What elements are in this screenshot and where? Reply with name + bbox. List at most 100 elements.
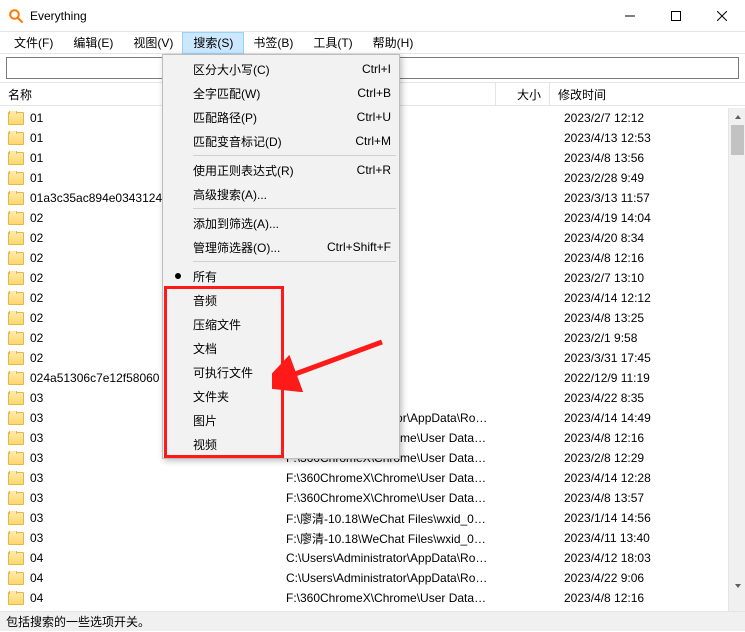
cell-path: C:\Users\Administrator\AppData\Roamin...	[278, 571, 496, 585]
menu-item[interactable]: 添加到筛选(A)...	[165, 211, 397, 235]
menu-view[interactable]: 视图(V)	[123, 33, 183, 53]
menu-item[interactable]: 管理筛选器(O)...Ctrl+Shift+F	[165, 235, 397, 259]
cell-date: 2023/4/8 13:57	[550, 491, 690, 505]
table-row[interactable]: 04 C:\Users\Administrator\AppData\Roamin.…	[0, 548, 745, 568]
cell-date: 2023/4/12 18:03	[550, 551, 690, 565]
menu-item-label: 全字匹配(W)	[193, 85, 357, 102]
menu-item[interactable]: 使用正则表达式(R)Ctrl+R	[165, 158, 397, 182]
menu-item-accelerator: Ctrl+U	[357, 110, 391, 124]
menu-item[interactable]: 图片	[165, 408, 397, 432]
menu-item-label: 视频	[193, 436, 391, 453]
folder-icon	[8, 532, 24, 545]
folder-icon	[8, 192, 24, 205]
table-row[interactable]: 03F:\360ChromeX\Chrome\User Data\Defa...…	[0, 488, 745, 508]
menu-search[interactable]: 搜索(S)	[183, 33, 243, 53]
folder-icon	[8, 332, 24, 345]
folder-icon	[8, 472, 24, 485]
cell-date: 2023/4/8 13:56	[550, 151, 690, 165]
minimize-button[interactable]	[607, 0, 653, 32]
menu-bookmarks[interactable]: 书签(B)	[243, 33, 303, 53]
title-bar: Everything	[0, 0, 745, 32]
menu-bar: 文件(F) 编辑(E) 视图(V) 搜索(S) 书签(B) 工具(T) 帮助(H…	[0, 32, 745, 54]
cell-name-text: 01	[30, 151, 43, 165]
menu-item-label: 添加到筛选(A)...	[193, 215, 391, 232]
menu-item-label: 管理筛选器(O)...	[193, 239, 327, 256]
cell-date: 2023/4/19 14:04	[550, 211, 690, 225]
maximize-button[interactable]	[653, 0, 699, 32]
folder-icon	[8, 232, 24, 245]
cell-date: 2023/4/13 12:53	[550, 131, 690, 145]
folder-icon	[8, 292, 24, 305]
menu-edit[interactable]: 编辑(E)	[63, 33, 123, 53]
close-button[interactable]	[699, 0, 745, 32]
menu-file[interactable]: 文件(F)	[4, 33, 63, 53]
cell-name-text: 03	[30, 431, 43, 445]
menu-item[interactable]: 区分大小写(C)Ctrl+I	[165, 57, 397, 81]
menu-item[interactable]: 压缩文件	[165, 312, 397, 336]
cell-name-text: 04	[30, 591, 43, 605]
menu-item-accelerator: Ctrl+I	[362, 62, 391, 76]
cell-name-text: 03	[30, 531, 43, 545]
table-row[interactable]: 03F:\360ChromeX\Chrome\User Data\Defa...…	[0, 468, 745, 488]
menu-item[interactable]: 可执行文件	[165, 360, 397, 384]
folder-icon	[8, 392, 24, 405]
search-menu-dropdown[interactable]: 区分大小写(C)Ctrl+I全字匹配(W)Ctrl+B匹配路径(P)Ctrl+U…	[162, 54, 400, 459]
menu-item[interactable]: 视频	[165, 432, 397, 456]
cell-name-text: 04	[30, 551, 43, 565]
menu-item[interactable]: 音频	[165, 288, 397, 312]
cell-name-text: 02	[30, 331, 43, 345]
cell-name: 03	[0, 491, 278, 505]
cell-date: 2023/4/14 12:28	[550, 471, 690, 485]
status-bar: 包括搜索的一些选项开关。	[0, 611, 745, 631]
folder-icon	[8, 212, 24, 225]
cell-name-text: 01a3c35ac894e0343124	[30, 191, 162, 205]
cell-name-text: 02	[30, 351, 43, 365]
menu-item-label: 匹配路径(P)	[193, 109, 357, 126]
menu-item[interactable]: 高级搜索(A)...	[165, 182, 397, 206]
menu-item[interactable]: 匹配变音标记(D)Ctrl+M	[165, 129, 397, 153]
menu-tools[interactable]: 工具(T)	[303, 33, 362, 53]
table-row[interactable]: 03F:\廖清-10.18\WeChat Files\wxid_052h4x2.…	[0, 528, 745, 548]
scroll-down-button[interactable]	[729, 577, 745, 594]
cell-name-text: 02	[30, 311, 43, 325]
cell-name-text: 03	[30, 391, 43, 405]
menu-item[interactable]: 全字匹配(W)Ctrl+B	[165, 81, 397, 105]
table-row[interactable]: 03F:\廖清-10.18\WeChat Files\wxid_052h4x2.…	[0, 508, 745, 528]
cell-name-text: 02	[30, 271, 43, 285]
menu-item[interactable]: 所有	[165, 264, 397, 288]
cell-date: 2023/2/7 13:10	[550, 271, 690, 285]
cell-date: 2023/4/22 8:35	[550, 391, 690, 405]
cell-date: 2023/2/28 9:49	[550, 171, 690, 185]
menu-item-label: 图片	[193, 412, 391, 429]
column-header-size[interactable]: 大小	[496, 83, 550, 105]
menu-item-label: 使用正则表达式(R)	[193, 162, 357, 179]
cell-date: 2023/2/7 12:12	[550, 111, 690, 125]
folder-icon	[8, 352, 24, 365]
menu-separator	[193, 208, 396, 209]
folder-icon	[8, 492, 24, 505]
menu-item-accelerator: Ctrl+M	[355, 134, 391, 148]
menu-item[interactable]: 文件夹	[165, 384, 397, 408]
menu-help[interactable]: 帮助(H)	[363, 33, 424, 53]
cell-path: C:\Users\Administrator\AppData\Roamin...	[278, 551, 496, 565]
table-row[interactable]: 04F:\360ChromeX\Chrome\User Data\Defa...…	[0, 588, 745, 608]
cell-date: 2023/3/13 11:57	[550, 191, 690, 205]
column-header-date[interactable]: 修改时间	[550, 83, 690, 105]
folder-icon	[8, 572, 24, 585]
menu-item-label: 匹配变音标记(D)	[193, 133, 355, 150]
cell-date: 2023/4/8 12:16	[550, 251, 690, 265]
table-row[interactable]: 04C:\Users\Administrator\AppData\Roamin.…	[0, 568, 745, 588]
app-title: Everything	[30, 9, 87, 23]
folder-icon	[8, 552, 24, 565]
app-icon	[8, 8, 24, 24]
cell-name-text: 03	[30, 451, 43, 465]
folder-icon	[8, 452, 24, 465]
cell-name: 04	[0, 551, 278, 565]
menu-item[interactable]: 文档	[165, 336, 397, 360]
cell-name: 03	[0, 471, 278, 485]
scroll-up-button[interactable]	[729, 108, 745, 125]
menu-item[interactable]: 匹配路径(P)Ctrl+U	[165, 105, 397, 129]
vertical-scrollbar[interactable]	[728, 108, 745, 611]
scroll-thumb[interactable]	[731, 125, 744, 155]
cell-date: 2023/3/31 17:45	[550, 351, 690, 365]
